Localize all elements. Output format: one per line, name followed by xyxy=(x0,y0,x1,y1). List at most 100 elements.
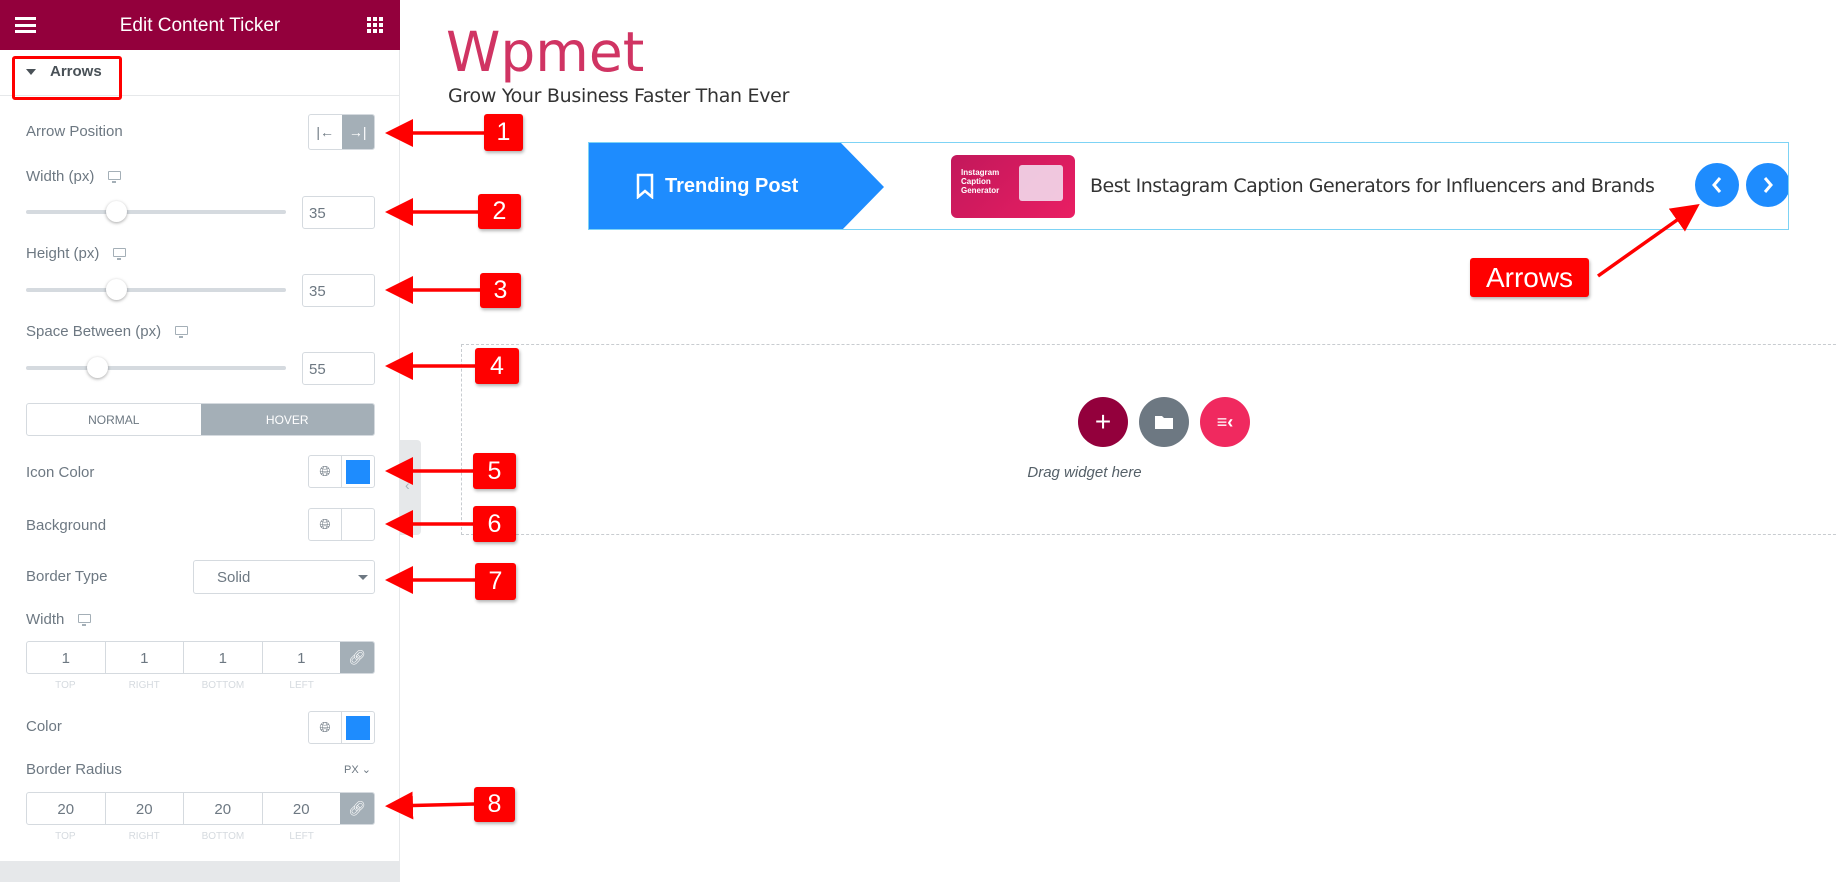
width-slider[interactable] xyxy=(26,201,286,222)
ticker-label: Trending Post xyxy=(665,175,799,197)
dim-label: TOP xyxy=(55,680,76,691)
folder-icon xyxy=(1155,416,1173,429)
global-colors-button[interactable]: 🌐︎ xyxy=(309,456,342,487)
icon-color-picker[interactable] xyxy=(342,456,374,487)
dim-label: RIGHT xyxy=(128,831,160,842)
dim-label: BOTTOM xyxy=(201,831,245,842)
border-radius-right[interactable]: 20 xyxy=(106,793,184,824)
arrow-position-toggle: |← →| xyxy=(308,114,375,150)
border-radius-left[interactable]: 20 xyxy=(263,793,341,824)
border-width-dimensions: 1 1 1 1 🔗︎ xyxy=(26,641,375,674)
arrow-position-right-button[interactable]: →| xyxy=(341,115,374,149)
border-type-value: Solid xyxy=(217,569,251,586)
border-width-bottom[interactable]: 1 xyxy=(184,642,263,673)
bookmark-icon xyxy=(636,173,654,199)
border-width-left[interactable]: 1 xyxy=(263,642,341,673)
site-tagline: Grow Your Business Faster Than Ever xyxy=(448,85,790,107)
icon-color-control: 🌐︎ xyxy=(308,455,375,488)
content-ticker: Trending Post Instagram Caption Generator … xyxy=(588,142,1789,230)
chevron-left-icon xyxy=(1712,177,1722,193)
desktop-icon xyxy=(113,248,127,260)
background-color-picker[interactable] xyxy=(342,509,374,540)
height-slider[interactable] xyxy=(26,279,286,300)
link-icon: 🔗︎ xyxy=(348,800,366,816)
tab-normal[interactable]: NORMAL xyxy=(27,404,201,435)
chevron-left-icon: ‹ xyxy=(405,477,410,493)
drag-widget-text: Drag widget here xyxy=(1027,464,1142,481)
border-width-top[interactable]: 1 xyxy=(27,642,106,673)
slider-handle[interactable] xyxy=(106,201,127,222)
annotation-badge-8: 8 xyxy=(474,787,515,822)
desktop-icon xyxy=(78,614,92,626)
dimension-labels: TOP RIGHT BOTTOM LEFT xyxy=(26,831,341,842)
add-template-button[interactable] xyxy=(1139,397,1189,447)
slider-handle[interactable] xyxy=(87,357,108,378)
space-between-input[interactable]: 55 xyxy=(302,352,375,385)
panel-header: Edit Content Ticker xyxy=(0,0,400,50)
border-width-right[interactable]: 1 xyxy=(106,642,184,673)
dimension-labels: TOP RIGHT BOTTOM LEFT xyxy=(26,680,341,691)
dim-label: TOP xyxy=(55,831,76,842)
arrow-position-left-button[interactable]: |← xyxy=(309,115,342,149)
color-swatch xyxy=(346,459,370,484)
space-between-slider[interactable] xyxy=(26,357,286,378)
align-right-icon: →| xyxy=(348,124,367,140)
unit-select[interactable]: PX ⌄ xyxy=(344,763,371,776)
width-input[interactable]: 35 xyxy=(302,196,375,229)
panel-footer-area xyxy=(0,861,400,882)
globe-icon: 🌐︎ xyxy=(319,516,331,532)
next-arrow-button[interactable] xyxy=(1746,163,1788,207)
annotation-arrows-label: Arrows xyxy=(1470,258,1589,297)
border-color-control: 🌐︎ xyxy=(308,711,375,744)
globe-icon: 🌐︎ xyxy=(319,719,331,735)
chevron-down-icon: ⌄ xyxy=(361,764,371,776)
annotation-arrow xyxy=(385,791,475,820)
globe-icon: 🌐︎ xyxy=(319,463,331,479)
editor-panel: Edit Content Ticker Arrows Arrow Positio… xyxy=(0,0,400,882)
annotation-highlight-box xyxy=(12,56,122,100)
post-title-link[interactable]: Best Instagram Caption Generators for In… xyxy=(1090,175,1655,197)
background-label: Background xyxy=(26,517,107,534)
width-label: Width (px) xyxy=(26,168,95,185)
space-between-label: Space Between (px) xyxy=(26,323,162,340)
annotation-badge-3: 3 xyxy=(480,273,521,308)
icon-color-label: Icon Color xyxy=(26,464,95,481)
chevron-right-icon xyxy=(1763,177,1773,193)
border-radius-label: Border Radius xyxy=(26,761,122,778)
link-icon: 🔗︎ xyxy=(348,649,366,665)
dim-label: LEFT xyxy=(289,680,314,691)
desktop-icon xyxy=(108,171,122,183)
elementskit-button[interactable]: ≡‹ xyxy=(1200,397,1250,447)
prev-arrow-button[interactable] xyxy=(1695,163,1739,207)
annotation-badge-6: 6 xyxy=(473,506,516,542)
annotation-badge-2: 2 xyxy=(478,194,521,229)
annotation-badge-1: 1 xyxy=(484,114,523,151)
collapse-panel-button[interactable]: ‹ xyxy=(400,440,421,535)
elementskit-icon: ≡‹ xyxy=(1216,411,1234,432)
border-radius-top[interactable]: 20 xyxy=(27,793,106,824)
border-radius-dimensions: 20 20 20 20 🔗︎ xyxy=(26,792,375,825)
link-values-button[interactable]: 🔗︎ xyxy=(340,793,374,824)
tab-hover[interactable]: HOVER xyxy=(200,404,374,435)
height-input[interactable]: 35 xyxy=(302,274,375,307)
global-colors-button[interactable]: 🌐︎ xyxy=(309,509,342,540)
global-colors-button[interactable]: 🌐︎ xyxy=(309,712,342,743)
border-radius-bottom[interactable]: 20 xyxy=(184,793,263,824)
widgets-grid-icon[interactable] xyxy=(367,17,383,33)
color-swatch xyxy=(346,715,370,740)
plus-icon: + xyxy=(1094,406,1112,437)
arrow-position-label: Arrow Position xyxy=(26,123,123,140)
dim-label: BOTTOM xyxy=(201,680,245,691)
border-color-picker[interactable] xyxy=(342,712,374,743)
border-width-label: Width xyxy=(26,611,65,628)
link-values-button[interactable]: 🔗︎ xyxy=(340,642,374,673)
annotation-badge-4: 4 xyxy=(475,348,519,384)
slider-handle[interactable] xyxy=(106,279,127,300)
post-thumbnail[interactable]: Instagram Caption Generator xyxy=(951,155,1075,218)
add-section-button[interactable]: + xyxy=(1078,397,1128,447)
drop-zone-text: Drag widget here xyxy=(462,464,1762,481)
color-label: Color xyxy=(26,718,62,735)
align-left-icon: |← xyxy=(316,124,335,140)
background-control: 🌐︎ xyxy=(308,508,375,541)
border-type-select[interactable]: Solid xyxy=(193,560,375,594)
